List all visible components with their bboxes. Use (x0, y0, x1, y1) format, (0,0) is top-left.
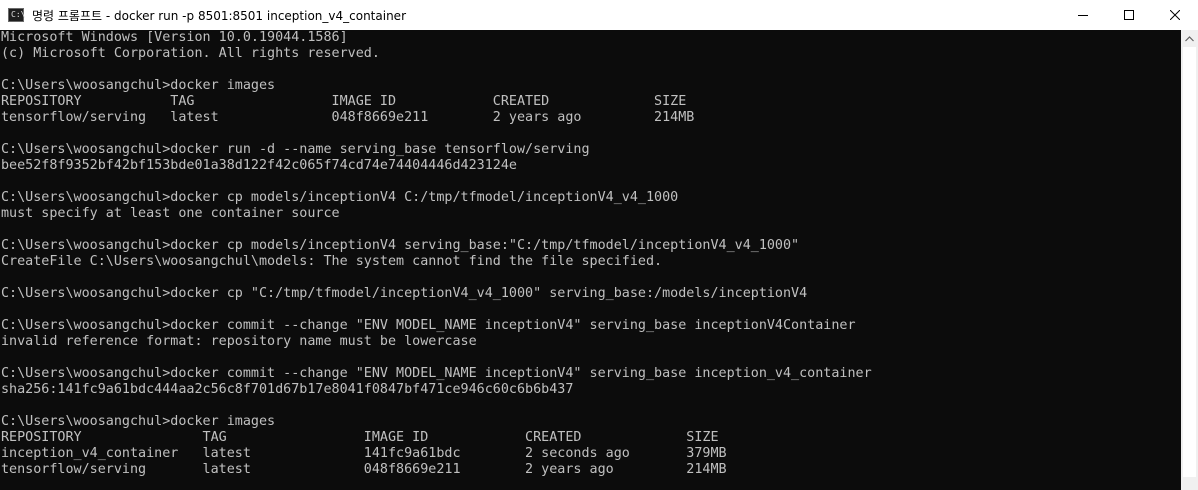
terminal-line: inception_v4_container latest 141fc9a61b… (1, 446, 727, 461)
terminal-line: C:\Users\woosangchul>docker commit --cha… (1, 318, 856, 333)
window-controls (1060, 0, 1198, 30)
terminal-line: C:\Users\woosangchul>docker cp models/in… (1, 238, 800, 253)
terminal-line: REPOSITORY TAG IMAGE ID CREATED SIZE (1, 94, 687, 109)
close-icon (1170, 10, 1180, 20)
terminal-line: C:\Users\woosangchul>docker images (1, 414, 276, 429)
minimize-button[interactable] (1060, 0, 1106, 30)
terminal-line: sha256:141fc9a61bdc444aa2c56c8f701d67b17… (1, 382, 574, 397)
scroll-up-button[interactable] (1181, 30, 1198, 47)
terminal-line: C:\Users\woosangchul>docker cp models/in… (1, 190, 679, 205)
terminal-line: (c) Microsoft Corporation. All rights re… (1, 46, 380, 61)
command-prompt-icon[interactable]: C:\ (8, 8, 26, 22)
app-icon-text: C:\ (11, 10, 26, 19)
terminal-line: must specify at least one container sour… (1, 206, 340, 221)
minimize-icon (1078, 15, 1088, 16)
terminal-line: C:\Users\woosangchul>docker cp "C:/tmp/t… (1, 286, 808, 301)
scrollbar-thumb[interactable] (1183, 47, 1196, 477)
chevron-up-icon (1185, 35, 1194, 41)
terminal-line: tensorflow/serving latest 048f8669e211 2… (1, 110, 695, 125)
terminal-line: REPOSITORY TAG IMAGE ID CREATED SIZE (1, 430, 719, 445)
vertical-scrollbar[interactable] (1181, 30, 1198, 490)
terminal-line: tensorflow/serving latest 048f8669e211 2… (1, 462, 727, 477)
terminal-line: C:\Users\woosangchul>docker images (1, 78, 276, 93)
terminal-line: CreateFile C:\Users\woosangchul\models: … (1, 254, 663, 269)
terminal-line: C:\Users\woosangchul>docker run -d --nam… (1, 142, 590, 157)
command-prompt-window: C:\ 명령 프롬프트 - docker run -p 8501:8501 in… (0, 0, 1198, 490)
maximize-icon (1124, 10, 1134, 20)
terminal-line: Microsoft Windows [Version 10.0.19044.15… (1, 30, 348, 45)
maximize-button[interactable] (1106, 0, 1152, 30)
terminal-output[interactable]: Microsoft Windows [Version 10.0.19044.15… (0, 30, 1181, 490)
window-title: 명령 프롬프트 - docker run -p 8501:8501 incept… (32, 8, 406, 23)
title-bar[interactable]: C:\ 명령 프롬프트 - docker run -p 8501:8501 in… (0, 0, 1198, 30)
close-button[interactable] (1152, 0, 1198, 30)
terminal-line: invalid reference format: repository nam… (1, 334, 477, 349)
terminal-line: C:\Users\woosangchul>docker commit --cha… (1, 366, 872, 381)
terminal-line: bee52f8f9352bf42bf153bde01a38d122f42c065… (1, 158, 517, 173)
